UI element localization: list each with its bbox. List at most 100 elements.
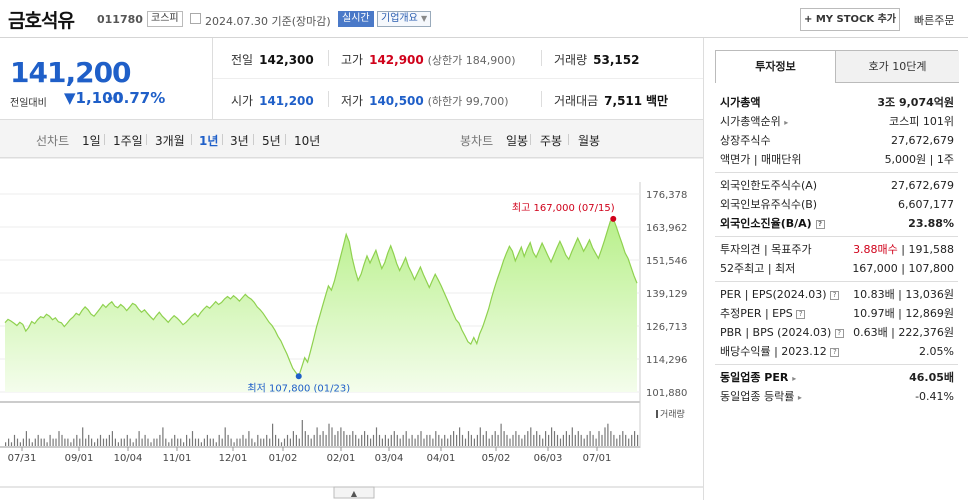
volume-bar <box>108 434 110 446</box>
x-tick-label: 10/04 <box>114 453 143 464</box>
period-10y[interactable]: 10년 <box>294 132 320 149</box>
period-1d[interactable]: 1일 <box>82 132 101 149</box>
volume-bar <box>37 434 39 446</box>
company-overview-dropdown[interactable]: 기업개요 ▼ <box>377 11 432 27</box>
volume-bar <box>295 434 297 446</box>
volume-bar <box>70 442 72 446</box>
market-badge: 코스피 <box>147 11 183 27</box>
volume-bar <box>447 438 449 446</box>
volume-bar <box>67 438 69 446</box>
volume-bar <box>165 438 167 446</box>
fast-order-link[interactable]: 빠른주문 <box>914 12 954 28</box>
volume-bar <box>435 431 437 446</box>
volume-bar <box>470 434 472 446</box>
stock-header: 금호석유 011780 코스피 2024.07.30 기준(장마감) 실시간 기… <box>0 0 968 38</box>
period-1w[interactable]: 1주일 <box>113 132 143 149</box>
volume-bar <box>408 438 410 446</box>
volume-bar <box>221 438 223 446</box>
volume-bar <box>476 434 478 446</box>
volume-bar <box>628 438 630 446</box>
help-icon: ? <box>834 328 844 338</box>
volume-bar <box>420 431 422 446</box>
volume-bar <box>402 434 404 446</box>
volume-bar <box>378 434 381 446</box>
candle-weekly[interactable]: 주봉 <box>540 132 562 149</box>
stock-code: 011780 <box>97 13 143 26</box>
period-3m[interactable]: 3개월 <box>155 132 185 149</box>
tab-order-book[interactable]: 호가 10단계 <box>835 51 959 83</box>
mcap-rank-label[interactable]: 시가총액순위 ▸ <box>720 112 788 132</box>
pbr-label[interactable]: PBR | BPS (2024.03) ? <box>720 323 844 342</box>
y-tick-label: 139,129 <box>646 289 687 300</box>
volume-bar <box>631 434 633 446</box>
volume-bar <box>117 442 119 446</box>
info-tabs: 투자정보 호가 10단계 <box>715 50 959 83</box>
est-per-label[interactable]: 추정PER | EPS ? <box>720 304 806 323</box>
volume-bar <box>613 434 615 446</box>
volume-bar <box>289 438 291 446</box>
volume-bar <box>275 434 277 446</box>
x-tick-label: 05/02 <box>482 453 511 464</box>
volume-bar <box>637 434 639 446</box>
industry-per-label[interactable]: 동일업종 PER ▸ <box>720 368 796 388</box>
chevron-down-icon: ▼ <box>421 14 428 23</box>
period-1y[interactable]: 1년 <box>199 132 218 149</box>
volume-bar <box>52 438 54 446</box>
volume-bar <box>203 438 205 446</box>
volume-bar <box>135 438 137 446</box>
candle-monthly[interactable]: 월봉 <box>578 132 600 149</box>
volume-bar <box>429 434 431 446</box>
volume-bar <box>595 438 597 446</box>
volume-bar <box>230 438 232 446</box>
volume-bar <box>438 434 440 446</box>
add-mystock-button[interactable]: + MY STOCK 추가 <box>800 8 900 31</box>
volume-bar <box>183 442 185 446</box>
volume-bar <box>248 431 250 446</box>
volume-bar <box>257 434 259 446</box>
volume-bar <box>168 442 170 446</box>
volume-bar <box>494 431 496 446</box>
price-info-table: 전일 142,300 고가 142,900 (상한가 184,900) 거래량 53,… <box>213 38 703 120</box>
candle-daily[interactable]: 일봉 <box>506 132 528 149</box>
volume-bar <box>43 438 45 446</box>
volume-bar <box>147 438 149 446</box>
volume-bar <box>355 434 357 446</box>
volume-bar <box>601 434 603 446</box>
volume-bar <box>156 438 158 446</box>
period-5y[interactable]: 5년 <box>262 132 281 149</box>
volume-bar <box>319 434 321 446</box>
y-tick-label: 126,713 <box>646 322 687 333</box>
current-price: 141,200 <box>10 56 132 89</box>
volume-bar <box>396 434 398 446</box>
volume-bar <box>479 427 481 446</box>
help-icon: ? <box>830 290 840 300</box>
volume-bar <box>488 438 490 446</box>
volume-bar <box>545 431 547 446</box>
volume-bar <box>200 442 202 446</box>
volume-bar <box>387 438 389 446</box>
volume-bar <box>209 438 211 446</box>
volume-bar <box>34 438 36 446</box>
tab-investment-info[interactable]: 투자정보 <box>716 51 835 83</box>
volume-bar <box>473 438 475 446</box>
volume-bar <box>310 438 312 446</box>
volume-bar <box>423 438 425 446</box>
volume-bar <box>260 438 262 446</box>
period-3y[interactable]: 3년 <box>230 132 249 149</box>
change-label: 전일대비 <box>10 98 47 109</box>
per-label[interactable]: PER | EPS(2024.03) ? <box>720 285 840 304</box>
volume-bar <box>111 431 113 446</box>
volume-bar <box>381 438 383 446</box>
volume-bar <box>512 434 514 446</box>
volume-bar <box>304 431 306 446</box>
high-price: 고가 142,900 (상한가 184,900) <box>341 53 516 67</box>
realtime-button[interactable]: 실시간 <box>338 11 374 27</box>
foreign-rate-label[interactable]: 외국인소진율(B/A) ? <box>720 214 825 233</box>
volume-bar <box>414 438 416 446</box>
x-tick-label: 02/01 <box>327 453 356 464</box>
stock-name: 금호석유 <box>8 10 75 32</box>
dividend-label[interactable]: 배당수익률 | 2023.12 ? <box>720 342 840 361</box>
price-box: 141,200 전일대비 ▼1,100 -0.77% <box>0 38 213 120</box>
industry-rate-label[interactable]: 동일업종 등락률 ▸ <box>720 387 802 407</box>
volume-bar <box>94 442 96 446</box>
